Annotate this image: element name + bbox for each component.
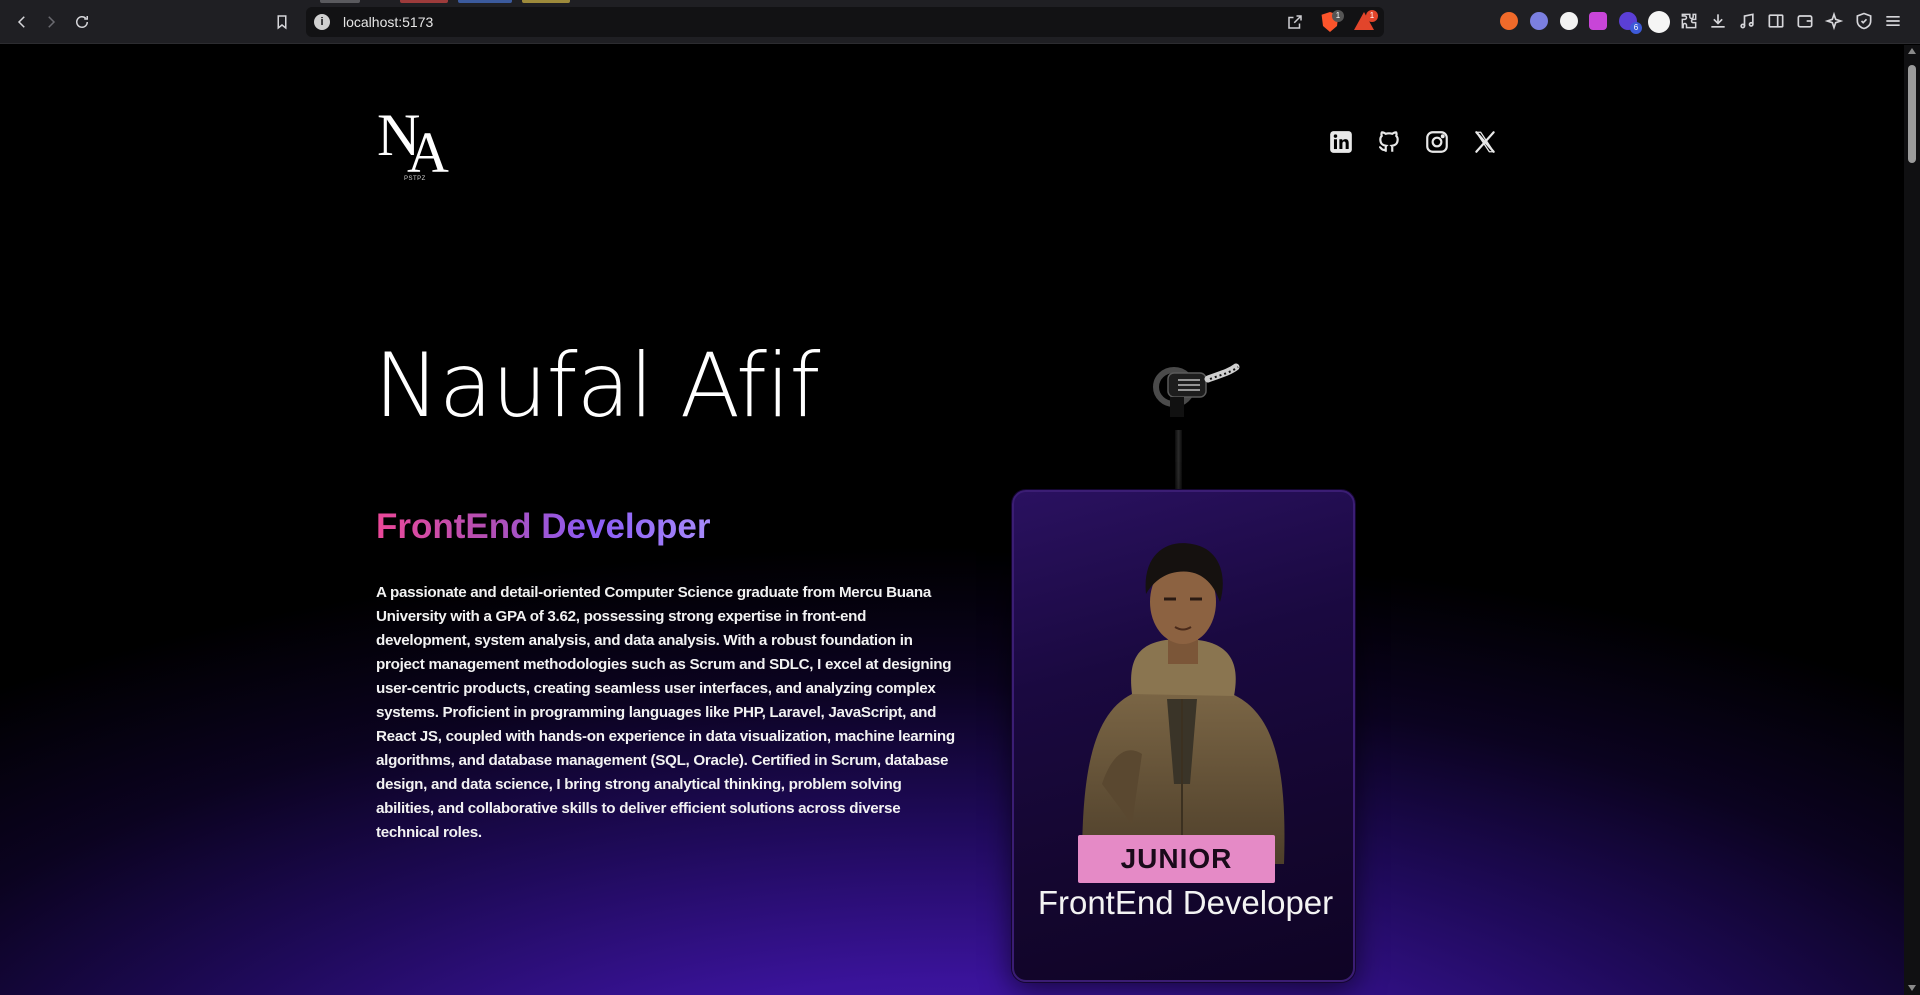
extension-badge: 6	[1630, 22, 1642, 34]
scroll-up-arrow[interactable]	[1908, 48, 1916, 54]
logo-letter-a: A	[407, 120, 449, 185]
tab-hint	[458, 0, 512, 3]
github-icon[interactable]	[1376, 129, 1402, 155]
forward-button[interactable]	[39, 10, 63, 34]
address-bar[interactable]: i localhost:5173 1 1	[306, 7, 1384, 37]
download-icon[interactable]	[1708, 11, 1728, 31]
reload-button[interactable]	[70, 10, 94, 34]
logo-subtext: PSTPZ	[404, 176, 426, 182]
extension-pink-icon[interactable]	[1589, 12, 1607, 30]
id-badge-card[interactable]: JUNIOR FrontEnd Developer	[1012, 490, 1355, 982]
sidebar-icon[interactable]	[1766, 11, 1786, 31]
extension-fox-icon[interactable]	[1500, 12, 1518, 30]
music-icon[interactable]	[1737, 11, 1757, 31]
site-info-icon[interactable]: i	[314, 14, 330, 30]
bookmark-icon[interactable]	[270, 10, 294, 34]
profile-photo	[1082, 543, 1285, 864]
page-viewport: N A PSTPZ Naufal Afif FrontEnd Developer…	[0, 45, 1904, 995]
site-logo[interactable]: N A PSTPZ	[377, 105, 453, 187]
level-badge: JUNIOR	[1078, 835, 1275, 883]
leo-ai-icon[interactable]	[1824, 11, 1844, 31]
card-role: FrontEnd Developer	[1037, 884, 1334, 921]
browser-toolbar: i localhost:5173 1 1 6	[0, 0, 1920, 44]
back-button[interactable]	[10, 10, 34, 34]
hero-description: A passionate and detail-oriented Compute…	[376, 584, 955, 841]
extension-face-icon[interactable]	[1560, 12, 1578, 30]
page-scrollbar[interactable]	[1904, 45, 1920, 995]
wallet-icon[interactable]	[1795, 11, 1815, 31]
tab-hint	[320, 0, 360, 3]
share-icon[interactable]	[1286, 13, 1304, 31]
scroll-thumb[interactable]	[1908, 65, 1916, 163]
instagram-icon[interactable]	[1424, 129, 1450, 155]
url-text[interactable]: localhost:5173	[343, 14, 433, 30]
menu-icon[interactable]	[1883, 11, 1903, 31]
x-icon[interactable]	[1472, 129, 1498, 155]
extensions-puzzle-icon[interactable]	[1679, 11, 1699, 31]
extension-cloud-icon[interactable]	[1530, 12, 1548, 30]
rewards-badge: 1	[1366, 10, 1378, 22]
tab-hint	[400, 0, 448, 3]
extension-active-icon[interactable]	[1648, 11, 1670, 33]
vpn-shield-icon[interactable]	[1854, 11, 1874, 31]
hero-name: Naufal Afif	[374, 334, 820, 437]
hero-role: FrontEnd Developer	[376, 507, 711, 546]
lanyard-clip	[1153, 363, 1240, 417]
scroll-down-arrow[interactable]	[1908, 985, 1916, 991]
shields-badge: 1	[1332, 10, 1344, 22]
tab-hint	[522, 0, 570, 3]
linkedin-icon[interactable]	[1328, 129, 1354, 155]
